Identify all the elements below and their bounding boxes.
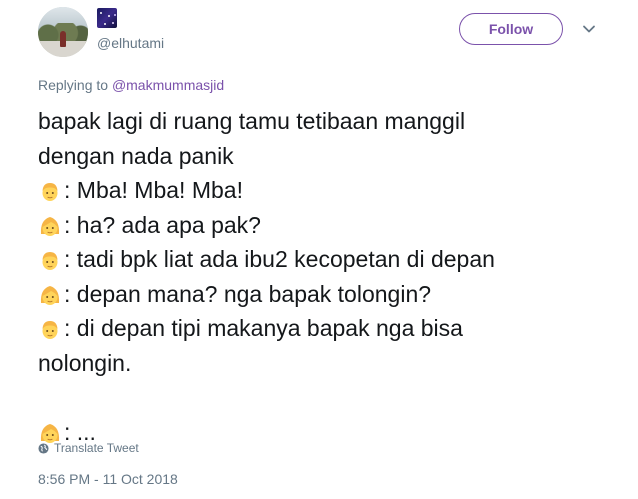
tweet-line: : tadi bpk liat ada ibu2 kecopetan di de…: [38, 242, 628, 277]
tweet-line: : Mba! Mba! Mba!: [38, 173, 628, 208]
globe-icon: [38, 442, 49, 454]
tweet-line-text: : ha? ada apa pak?: [64, 211, 261, 238]
follow-button[interactable]: Follow: [459, 13, 563, 45]
tweet-line: : ha? ada apa pak?: [38, 208, 628, 243]
tweet-line-text: : tadi bpk liat ada ibu2 kecopetan di de…: [64, 246, 495, 272]
translate-tweet-label: Translate Tweet: [54, 441, 139, 455]
tweet-line: [38, 380, 628, 415]
user-handle[interactable]: @elhutami: [97, 34, 164, 52]
woman-face-emoji-icon: [40, 285, 60, 305]
tweet-line-text: dengan nada panik: [38, 142, 234, 169]
man-face-emoji-icon: [42, 321, 58, 339]
replying-prefix: Replying to: [38, 77, 109, 93]
woman-face-emoji-icon: [40, 216, 60, 236]
man-face-emoji-icon: [42, 183, 58, 201]
tweet-line: dengan nada panik: [38, 139, 628, 174]
translate-tweet-link[interactable]: Translate Tweet: [38, 440, 139, 456]
galaxy-emoji-icon: [97, 8, 117, 28]
tweet-line: : depan mana? nga bapak tolongin?: [38, 277, 628, 312]
tweet-line-text: bapak lagi di ruang tamu tetibaan manggi…: [38, 108, 466, 134]
tweet-text: bapak lagi di ruang tamu tetibaan manggi…: [38, 104, 628, 449]
tweet-line: bapak lagi di ruang tamu tetibaan manggi…: [38, 104, 628, 139]
tweet-line-text: : depan mana? nga bapak tolongin?: [64, 280, 432, 307]
reply-mention-link[interactable]: @makmummasjid: [112, 77, 224, 93]
tweet-line: nolongin.: [38, 346, 628, 381]
chevron-down-icon[interactable]: [582, 22, 596, 36]
avatar[interactable]: [38, 7, 88, 57]
tweet-timestamp[interactable]: 8:56 PM - 11 Oct 2018: [38, 470, 178, 488]
man-face-emoji-icon: [42, 252, 58, 270]
tweet-line-text: : di depan tipi makanya bapak nga bisa: [64, 315, 463, 341]
tweet-card: @elhutami Follow Replying to @makmummasj…: [0, 0, 638, 499]
tweet-line-text: nolongin.: [38, 349, 132, 376]
tweet-line: : di depan tipi makanya bapak nga bisa: [38, 311, 628, 346]
replying-to: Replying to @makmummasjid: [38, 76, 224, 94]
tweet-line-text: : Mba! Mba! Mba!: [64, 177, 243, 203]
